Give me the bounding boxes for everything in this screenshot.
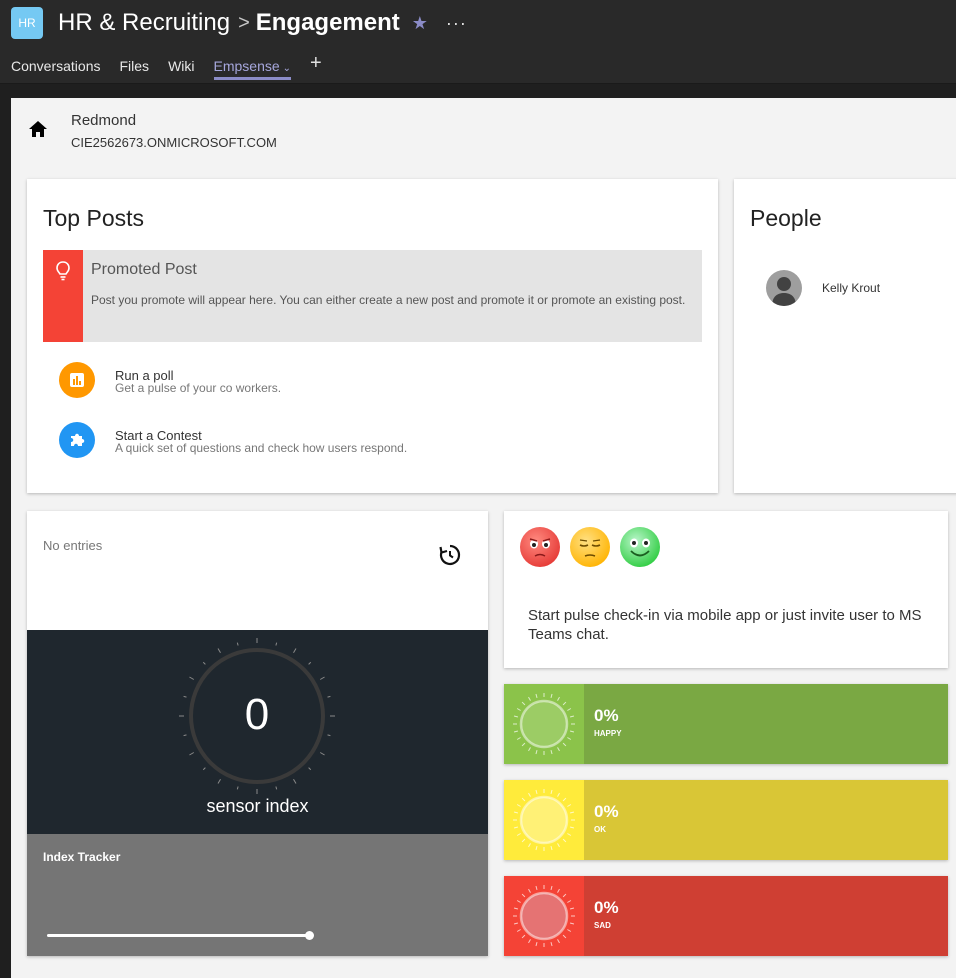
sun-icon <box>513 693 575 755</box>
mood-happy: 0% HAPPY <box>504 684 948 764</box>
chevron-down-icon: ⌄ <box>282 63 292 74</box>
top-posts-title: Top Posts <box>43 205 144 231</box>
gauge-tick <box>319 752 325 756</box>
mood-sad-icon-panel <box>504 876 584 956</box>
gauge-tick <box>293 778 297 784</box>
tab-empsense[interactable]: Empsense ⌄ <box>213 52 292 80</box>
tab-wiki[interactable]: Wiki <box>168 52 194 80</box>
gauge-tick <box>217 648 221 654</box>
people-title: People <box>750 205 822 231</box>
sun-icon <box>513 789 575 851</box>
refresh-icon[interactable] <box>438 543 462 567</box>
sensor-index-value: 0 <box>244 690 270 739</box>
sensor-index-panel: 0 sensor index <box>27 630 488 834</box>
gauge-tick <box>293 648 297 654</box>
add-tab-icon[interactable]: + <box>310 52 322 74</box>
location-bar: Redmond CIE2562673.ONMICROSOFT.COM <box>11 98 956 160</box>
promoted-post-title: Promoted Post <box>91 261 197 278</box>
index-tracker: Index Tracker <box>27 834 488 956</box>
people-card: People Kelly Krout <box>734 179 956 493</box>
angry-face-icon[interactable] <box>519 526 561 568</box>
gauge-tick <box>275 642 278 646</box>
tab-conversations[interactable]: Conversations <box>11 52 101 80</box>
sensor-card: No entries 0 sensor index Index Tracker <box>27 511 488 956</box>
bar-chart-icon <box>59 362 95 398</box>
puzzle-icon <box>59 422 95 458</box>
start-contest-subtitle: A quick set of questions and check how u… <box>115 441 408 455</box>
teams-header: HR HR & Recruiting > Engagement ★ ··· Co… <box>0 0 956 84</box>
gauge-tick <box>236 642 239 646</box>
lightbulb-icon <box>56 261 70 281</box>
gauge-tick <box>308 767 312 771</box>
gauge-tick <box>189 676 195 680</box>
index-tracker-title: Index Tracker <box>43 850 121 864</box>
pulse-card: Start pulse check-in via mobile app or j… <box>504 511 948 668</box>
promoted-post-description: Post you promote will appear here. You c… <box>91 293 686 307</box>
empsense-app: Redmond CIE2562673.ONMICROSOFT.COM Top P… <box>11 98 956 978</box>
mood-happy-stats: 0% HAPPY <box>584 684 948 764</box>
more-options-icon[interactable]: ··· <box>446 13 467 34</box>
tab-empsense-label: Empsense <box>213 58 280 74</box>
start-contest-action[interactable]: Start a Contest A quick set of questions… <box>59 422 679 462</box>
tracker-line <box>47 934 309 937</box>
mood-happy-label: HAPPY <box>594 729 622 738</box>
mood-sad-percent: 0% <box>594 898 619 917</box>
top-posts-card: Top Posts Promoted Post Post you promote… <box>27 179 718 493</box>
gauge-tick <box>236 786 239 790</box>
team-avatar[interactable]: HR <box>11 7 43 39</box>
pulse-instructions: Start pulse check-in via mobile app or j… <box>528 607 922 643</box>
mood-sad-stats: 0% SAD <box>584 876 948 956</box>
tab-files[interactable]: Files <box>120 52 150 80</box>
location-name: Redmond <box>71 112 137 129</box>
run-poll-action[interactable]: Run a poll Get a pulse of your co worker… <box>59 362 679 402</box>
sensor-index-label: sensor index <box>206 796 309 816</box>
mood-ok-stats: 0% OK <box>584 780 948 860</box>
mood-ok-icon-panel <box>504 780 584 860</box>
run-poll-subtitle: Get a pulse of your co workers. <box>115 381 282 395</box>
location-domain: CIE2562673.ONMICROSOFT.COM <box>71 135 277 150</box>
promoted-post[interactable]: Promoted Post Post you promote will appe… <box>43 250 702 342</box>
mood-sad: 0% SAD <box>504 876 948 956</box>
happy-face-icon[interactable] <box>619 526 661 568</box>
gauge-tick <box>319 676 325 680</box>
team-name[interactable]: HR & Recruiting <box>58 9 230 37</box>
breadcrumb: HR & Recruiting > Engagement ★ ··· <box>58 8 467 38</box>
gauge-tick <box>202 661 206 665</box>
sun-icon <box>513 885 575 947</box>
channel-name[interactable]: Engagement <box>256 9 400 37</box>
mood-ok-label: OK <box>594 825 606 834</box>
gauge-tick <box>308 661 312 665</box>
gauge-tick <box>202 767 206 771</box>
mood-sad-label: SAD <box>594 921 611 930</box>
mood-happy-percent: 0% <box>594 706 619 725</box>
promoted-stripe <box>43 250 83 342</box>
person-name[interactable]: Kelly Krout <box>822 281 880 295</box>
breadcrumb-separator: > <box>238 11 250 34</box>
gauge-tick <box>217 778 221 784</box>
neutral-face-icon[interactable] <box>569 526 611 568</box>
channel-tabs: Conversations Files Wiki Empsense ⌄ + <box>11 52 322 82</box>
tracker-point <box>305 931 314 940</box>
no-entries-text: No entries <box>43 538 103 553</box>
home-icon[interactable] <box>28 120 48 138</box>
mood-ok: 0% OK <box>504 780 948 860</box>
star-icon[interactable]: ★ <box>412 13 428 34</box>
gauge-tick <box>275 786 278 790</box>
mood-ok-percent: 0% <box>594 802 619 821</box>
gauge-tick <box>189 752 195 756</box>
mood-happy-icon-panel <box>504 684 584 764</box>
avatar[interactable] <box>766 270 802 306</box>
